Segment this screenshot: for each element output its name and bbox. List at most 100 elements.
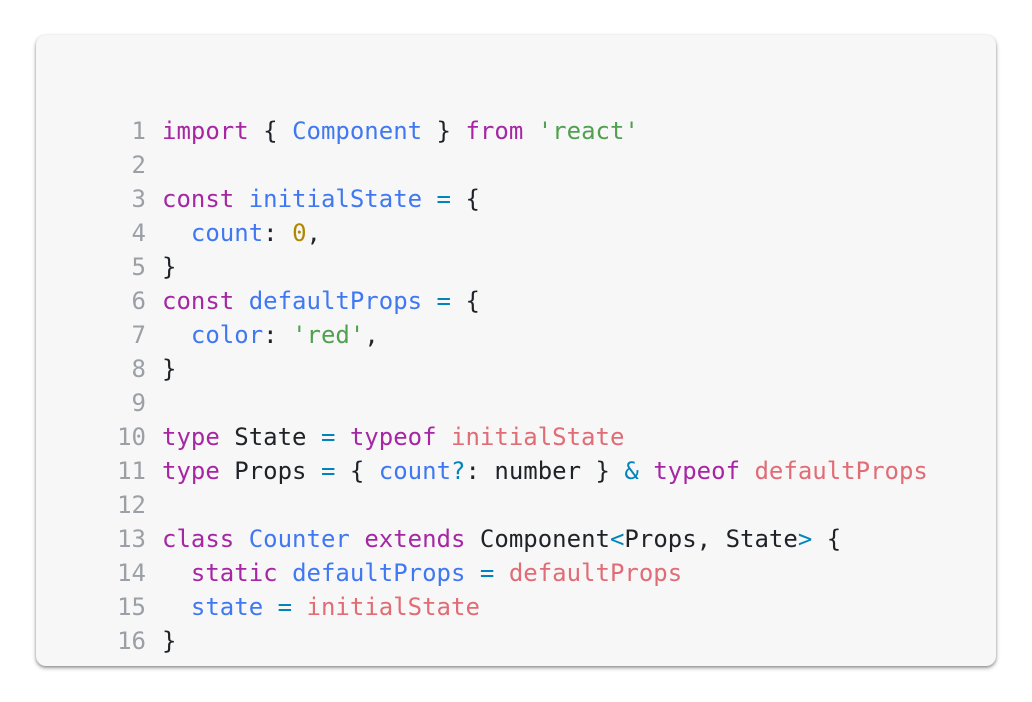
code-token: = <box>320 457 336 485</box>
code-token: = <box>320 423 336 451</box>
code-token: extends <box>364 525 466 553</box>
line-number: 6 <box>131 287 146 315</box>
code-token: typeof <box>349 423 437 451</box>
code-token: { <box>451 287 480 315</box>
code-token: 'red' <box>292 321 365 349</box>
code-token: defaultProps <box>248 287 423 315</box>
code-token: } <box>162 253 177 281</box>
line-number: 1 <box>131 117 146 145</box>
code-token: const <box>162 287 235 315</box>
code-token: static <box>190 559 278 587</box>
code-token: : <box>263 321 293 349</box>
code-token: { <box>812 525 842 553</box>
code-token: type <box>162 457 220 485</box>
code-token: 0 <box>292 219 307 247</box>
line-number: 2 <box>131 151 146 179</box>
code-token: ? <box>451 457 466 485</box>
code-line: 2 <box>36 148 928 182</box>
line-number: 10 <box>117 423 146 451</box>
line-content: const defaultProps = { <box>162 287 480 315</box>
line-content: static defaultProps = defaultProps <box>162 559 682 587</box>
code-token: Component <box>292 117 423 145</box>
code-token: const <box>162 185 235 213</box>
line-number: 15 <box>117 593 146 621</box>
code-token: defaultProps <box>754 457 928 485</box>
code-line: 8} <box>36 352 928 386</box>
code-token: 'react' <box>537 117 639 145</box>
code-token: import <box>162 117 249 145</box>
code-line: 10 type State = typeof initialState <box>36 420 928 454</box>
line-content: color: 'red', <box>162 321 379 349</box>
line-content: count: 0, <box>162 219 321 247</box>
code-token: : <box>263 219 293 247</box>
line-content: class Counter extends Component<Props, S… <box>162 525 841 553</box>
code-token: initialState <box>306 593 480 621</box>
code-token: = <box>277 593 293 621</box>
code-token: state <box>190 593 264 621</box>
line-number: 16 <box>117 627 146 655</box>
code-token: defaultProps <box>292 559 466 587</box>
code-token: typeof <box>653 457 741 485</box>
code-line: 6 const defaultProps = { <box>36 284 928 318</box>
line-number: 11 <box>117 457 146 485</box>
code-line: 9 <box>36 386 928 420</box>
code-token: { <box>451 185 480 213</box>
line-number: 9 <box>131 389 146 417</box>
line-content: } <box>162 253 176 281</box>
line-number: 5 <box>131 253 146 281</box>
code-token: < <box>609 525 625 553</box>
code-line: 3 const initialState = { <box>36 182 928 216</box>
code-token: defaultProps <box>508 559 683 587</box>
line-content: type Props = { count?: number } & typeof… <box>162 457 928 485</box>
code-line: 16} <box>36 624 928 658</box>
code-token: } <box>162 627 177 655</box>
code-line: 14 static defaultProps = defaultProps <box>36 556 928 590</box>
code-token: = <box>436 287 451 315</box>
code-line: 15 state = initialState <box>36 590 928 624</box>
code-token: State <box>219 423 321 451</box>
code-token: , <box>364 321 379 349</box>
code-token: type <box>162 423 220 451</box>
line-content: } <box>162 355 176 383</box>
line-content: const initialState = { <box>162 185 480 213</box>
code-line: 11 type Props = { count?: number } & type… <box>36 454 928 488</box>
line-content: type State = typeof initialState <box>162 423 624 451</box>
line-number: 7 <box>131 321 146 349</box>
code-token: > <box>797 525 813 553</box>
code-token: initialState <box>451 423 625 451</box>
code-token: count <box>190 219 264 247</box>
line-number: 3 <box>131 185 146 213</box>
code-token: count <box>378 457 452 485</box>
code-token: Props <box>219 457 321 485</box>
code-token: { <box>335 457 379 485</box>
code-token: } <box>422 117 466 145</box>
code-token: Component <box>465 525 610 553</box>
code-token: Counter <box>248 525 350 553</box>
code-token: , <box>306 219 321 247</box>
line-content: import { Component } from 'react' <box>162 117 639 145</box>
code-token: : number } <box>465 457 625 485</box>
code-line: 4 count: 0, <box>36 216 928 250</box>
code-token: } <box>162 355 177 383</box>
code-token: Props, State <box>624 525 798 553</box>
line-number: 14 <box>117 559 146 587</box>
code-token: = <box>436 185 451 213</box>
